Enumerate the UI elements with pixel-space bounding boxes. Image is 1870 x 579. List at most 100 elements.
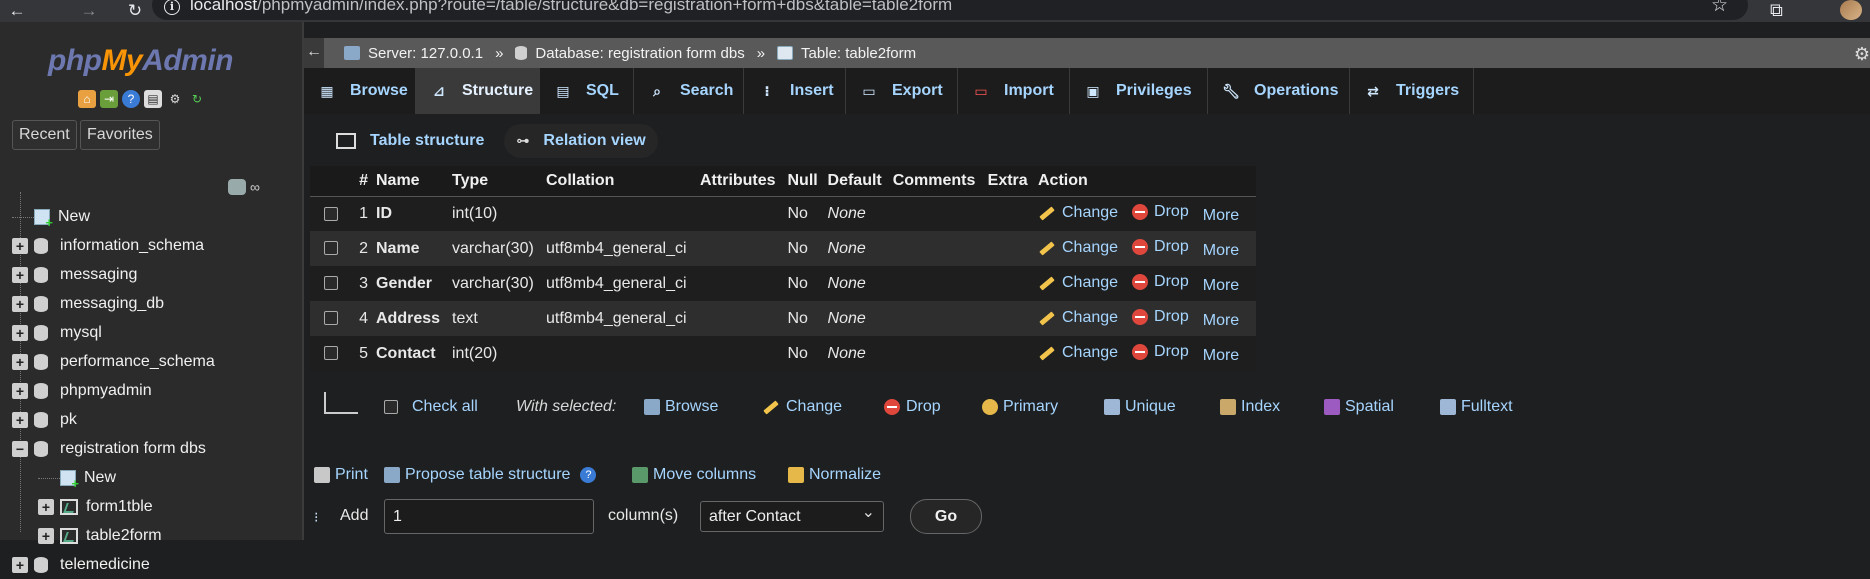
settings-gear-icon[interactable]: ⚙	[1854, 44, 1870, 65]
row-checkbox[interactable]	[324, 346, 338, 361]
tree-database-item[interactable]: + phpmyadmin	[12, 377, 152, 405]
drop-button[interactable]: Drop	[1132, 203, 1189, 221]
tree-item-label[interactable]: table2form	[86, 527, 162, 545]
tree-item-label[interactable]: information_schema	[60, 237, 204, 255]
tab-search[interactable]: ⌕ Search	[634, 68, 744, 114]
docs-icon[interactable]: ▤	[144, 90, 162, 108]
tree-item-label[interactable]: phpmyadmin	[60, 382, 152, 400]
check-all-label[interactable]: Check all	[412, 398, 478, 416]
bookmark-star-icon[interactable]: ☆	[1711, 0, 1728, 17]
expand-icon[interactable]: +	[12, 325, 28, 341]
add-position-select[interactable]: after Contact	[700, 498, 884, 532]
tab-insert[interactable]: ⁝ Insert	[744, 68, 846, 114]
tab-browse[interactable]: ▦ Browse	[304, 68, 416, 114]
tree-item-label[interactable]: pk	[60, 411, 77, 429]
tree-database-item[interactable]: + messaging_db	[12, 290, 164, 318]
tab-operations[interactable]: 🔧︎ Operations	[1208, 68, 1350, 114]
bulk-browse-button[interactable]: Browse	[644, 398, 718, 416]
tree-item-label[interactable]: mysql	[60, 324, 102, 342]
tab-sql[interactable]: ▤ SQL	[540, 68, 634, 114]
menu-dots-icon[interactable]	[1818, 0, 1822, 20]
change-button[interactable]: Change	[1038, 344, 1118, 362]
move-columns-link[interactable]: Move columns	[632, 466, 756, 484]
tree-item-label[interactable]: New	[84, 469, 116, 487]
tree-database-item[interactable]: − registration form dbs	[12, 435, 206, 463]
tree-item-label[interactable]: registration form dbs	[60, 440, 206, 458]
tree-new-item[interactable]: New	[38, 464, 116, 492]
print-link[interactable]: Print	[314, 466, 368, 484]
tab-privileges[interactable]: ▣ Privileges	[1070, 68, 1208, 114]
profile-avatar[interactable]	[1840, 0, 1862, 20]
collapse-all-icon[interactable]	[228, 179, 246, 195]
change-button[interactable]: Change	[1038, 239, 1118, 257]
row-checkbox[interactable]	[324, 276, 338, 291]
header-name[interactable]: Name	[372, 166, 448, 197]
bulk-drop-button[interactable]: Drop	[884, 398, 941, 416]
tab-import[interactable]: ▭ Import	[958, 68, 1070, 114]
row-checkbox[interactable]	[324, 241, 338, 256]
expand-icon[interactable]: +	[12, 557, 28, 573]
go-button[interactable]: Go	[910, 499, 982, 534]
tree-table-item[interactable]: + form1tble	[38, 493, 153, 521]
check-all-checkbox[interactable]	[384, 400, 398, 414]
address-bar[interactable]: i localhost/phpmyadmin/index.php?route=/…	[152, 0, 1748, 20]
bulk-spatial-button[interactable]: Spatial	[1324, 398, 1394, 416]
more-dropdown[interactable]: More	[1203, 347, 1239, 365]
drop-button[interactable]: Drop	[1132, 273, 1189, 291]
expand-icon[interactable]: +	[38, 528, 54, 544]
expand-icon[interactable]: +	[12, 238, 28, 254]
logout-icon[interactable]: ⇥	[100, 90, 118, 108]
expand-icon[interactable]: +	[12, 383, 28, 399]
home-icon[interactable]: ⌂	[78, 90, 96, 108]
tree-table-item[interactable]: + table2form	[38, 522, 162, 550]
recent-button[interactable]: Recent	[12, 120, 77, 150]
propose-structure-link[interactable]: Propose table structure?	[384, 466, 597, 484]
drop-button[interactable]: Drop	[1132, 308, 1189, 326]
extensions-icon[interactable]: ⧉	[1770, 0, 1783, 21]
more-dropdown[interactable]: More	[1203, 207, 1239, 225]
back-arrow-icon[interactable]: ←	[0, 0, 34, 22]
change-button[interactable]: Change	[1038, 309, 1118, 327]
subtab-relation-view[interactable]: ⊶ Relation view	[504, 124, 658, 158]
tree-item-label[interactable]: form1tble	[86, 498, 153, 516]
subtab-table-structure[interactable]: Table structure	[324, 124, 496, 158]
bulk-primary-button[interactable]: Primary	[982, 398, 1058, 416]
tree-database-item[interactable]: + performance_schema	[12, 348, 215, 376]
reload-icon[interactable]: ↻	[118, 0, 152, 22]
breadcrumb-database[interactable]: Database: registration form dbs	[515, 45, 745, 62]
tree-database-item[interactable]: + mysql	[12, 319, 102, 347]
tree-item-label[interactable]: performance_schema	[60, 353, 215, 371]
row-checkbox[interactable]	[324, 311, 338, 326]
breadcrumb-server[interactable]: Server: 127.0.0.1	[344, 45, 483, 62]
tab-triggers[interactable]: ⇄ Triggers	[1350, 68, 1474, 114]
tree-item-label[interactable]: telemedicine	[60, 556, 150, 574]
url-text[interactable]: localhost/phpmyadmin/index.php?route=/ta…	[190, 0, 952, 15]
expand-icon[interactable]: +	[38, 499, 54, 515]
breadcrumb-table[interactable]: Table: table2form	[777, 45, 916, 62]
help-icon[interactable]: ?	[122, 90, 140, 108]
tab-structure[interactable]: ⊿ Structure	[416, 68, 540, 114]
settings-gear-icon[interactable]: ⚙	[166, 90, 184, 108]
bulk-index-button[interactable]: Index	[1220, 398, 1280, 416]
link-icon[interactable]: ∞	[250, 179, 260, 195]
reload-nav-icon[interactable]: ↻	[188, 90, 206, 108]
tree-item-label[interactable]: messaging	[60, 266, 137, 284]
more-dropdown[interactable]: More	[1203, 312, 1239, 330]
drop-button[interactable]: Drop	[1132, 343, 1189, 361]
tree-database-item[interactable]: + pk	[12, 406, 77, 434]
normalize-link[interactable]: Normalize	[788, 466, 881, 484]
tree-database-item[interactable]: + information_schema	[12, 232, 204, 260]
expand-icon[interactable]: +	[12, 267, 28, 283]
more-dropdown[interactable]: More	[1203, 242, 1239, 260]
change-button[interactable]: Change	[1038, 274, 1118, 292]
row-checkbox[interactable]	[324, 206, 338, 221]
help-icon[interactable]: ?	[580, 467, 597, 483]
expand-icon[interactable]: +	[12, 412, 28, 428]
drop-button[interactable]: Drop	[1132, 238, 1189, 256]
bulk-fulltext-button[interactable]: Fulltext	[1440, 398, 1513, 416]
phpmyadmin-logo[interactable]: phpMyAdmin	[48, 44, 233, 78]
add-columns-count-input[interactable]: 1	[384, 499, 594, 534]
tree-item-label[interactable]: messaging_db	[60, 295, 164, 313]
collapse-icon[interactable]: −	[12, 441, 28, 457]
tab-export[interactable]: ▭ Export	[846, 68, 958, 114]
